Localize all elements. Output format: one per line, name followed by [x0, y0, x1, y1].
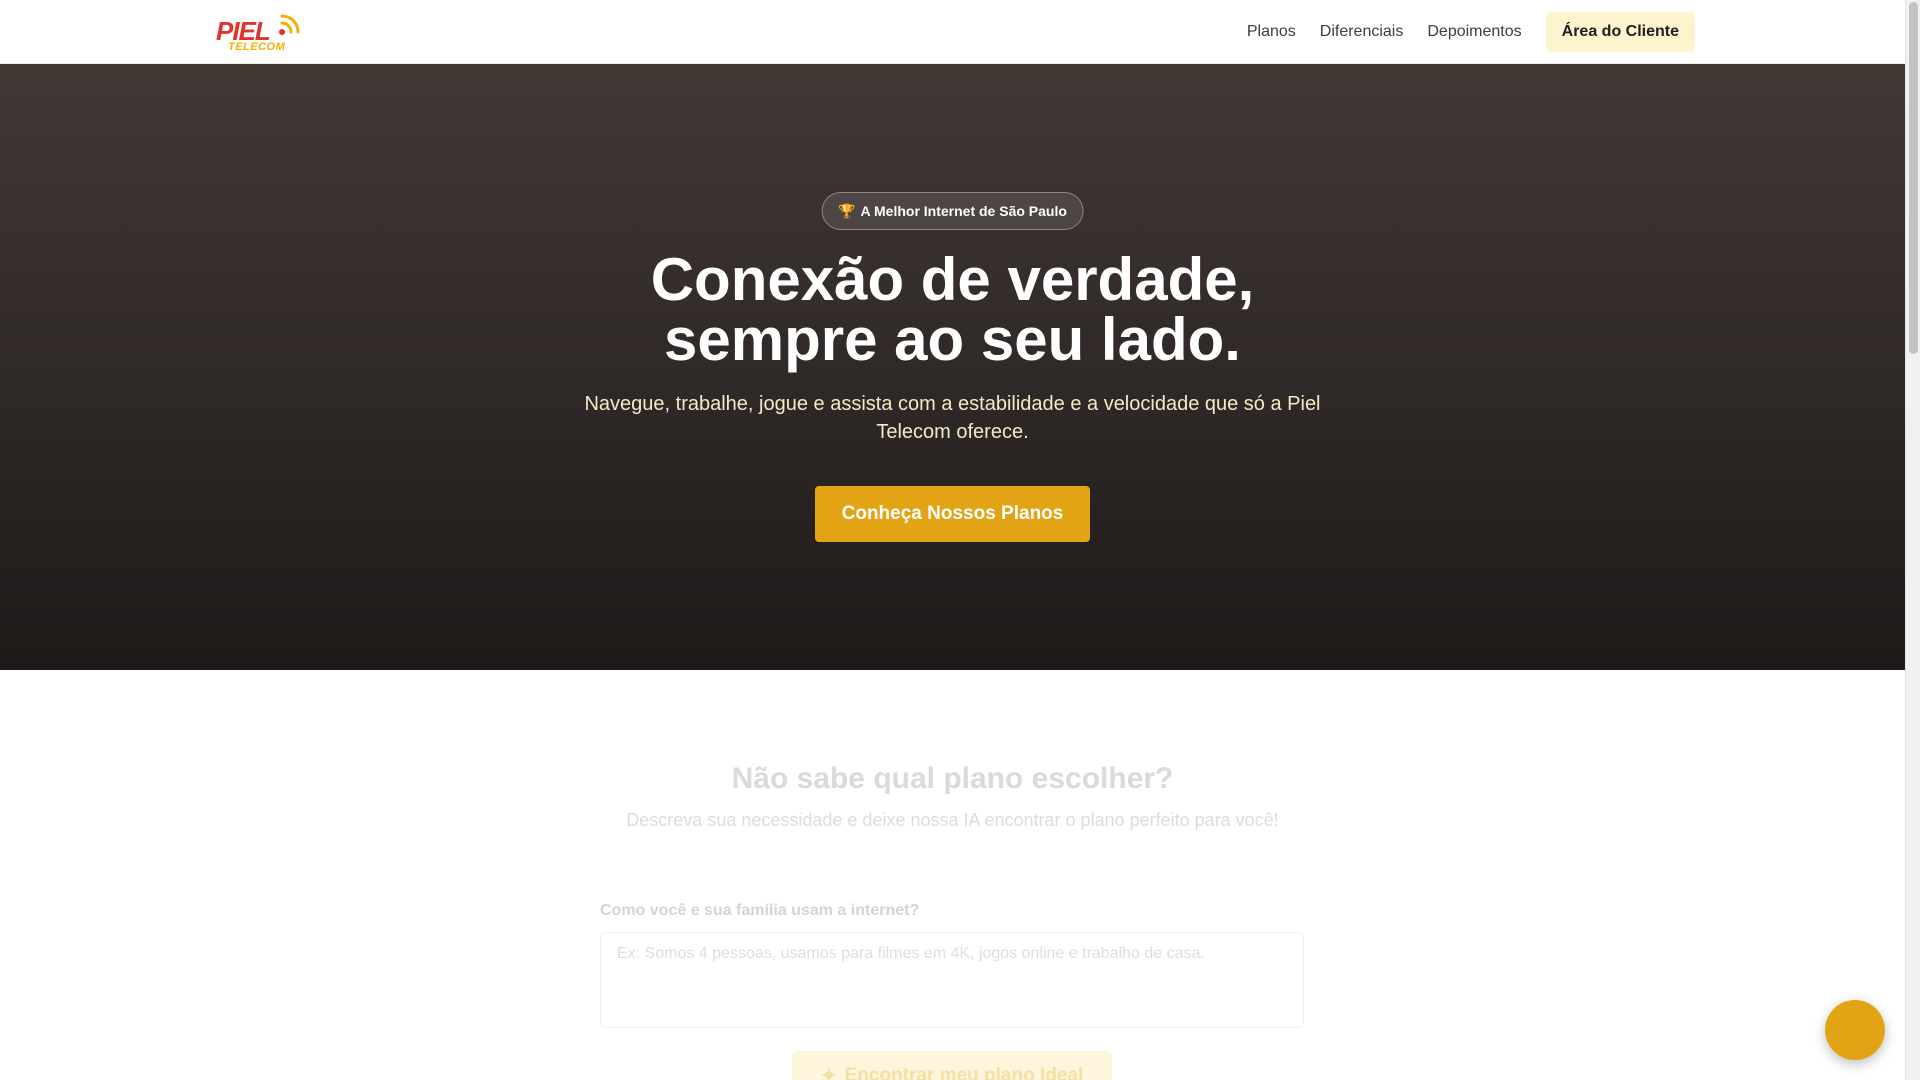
ai-finder-subtitle: Descreva sua necessidade e deixe nossa I…	[626, 810, 1279, 830]
hero-title: Conexão de verdade, sempre ao seu lado.	[0, 250, 1905, 370]
usage-field-label: Como você e sua família usam a internet?	[600, 902, 920, 919]
wifi-signal-icon	[279, 14, 300, 35]
site-header: PIEL TELECOM Planos Diferenciais Depoime…	[0, 0, 1905, 64]
find-ideal-plan-label: Encontrar meu plano Ideal	[844, 1065, 1084, 1080]
hero-section: 🏆 A Melhor Internet de São Paulo Conexão…	[0, 64, 1905, 670]
trophy-icon: 🏆	[838, 202, 856, 219]
view-plans-button[interactable]: Conheça Nossos Planos	[815, 486, 1090, 542]
award-badge-text: A Melhor Internet de São Paulo	[860, 203, 1067, 219]
hero-title-line-2: sempre ao seu lado.	[664, 306, 1241, 373]
piel-telecom-logo[interactable]: PIEL TELECOM	[216, 12, 304, 54]
ai-finder-title: Não sabe qual plano escolher?	[731, 762, 1174, 795]
usage-description-input[interactable]	[600, 932, 1304, 1028]
hero-subtitle: Navegue, trabalhe, jogue e assista com a…	[584, 393, 1321, 443]
page-scrollbar[interactable]	[1905, 0, 1920, 1080]
award-badge: 🏆 A Melhor Internet de São Paulo	[821, 192, 1084, 230]
hero-title-line-1: Conexão de verdade,	[650, 246, 1255, 313]
logo-subtitle: TELECOM	[228, 41, 286, 53]
sparkle-icon: ✦	[820, 1066, 837, 1080]
nav-link-depoimentos[interactable]: Depoimentos	[1427, 23, 1521, 41]
chat-button[interactable]	[1825, 1000, 1885, 1060]
nav-link-diferenciais[interactable]: Diferenciais	[1320, 23, 1404, 41]
nav-link-planos[interactable]: Planos	[1247, 23, 1296, 41]
find-ideal-plan-button[interactable]: ✦ Encontrar meu plano Ideal	[792, 1051, 1112, 1080]
client-area-button[interactable]: Área do Cliente	[1545, 12, 1695, 52]
main-nav: Planos Diferenciais Depoimentos Área do …	[1223, 0, 1695, 64]
scrollbar-thumb[interactable]	[1909, 2, 1918, 354]
